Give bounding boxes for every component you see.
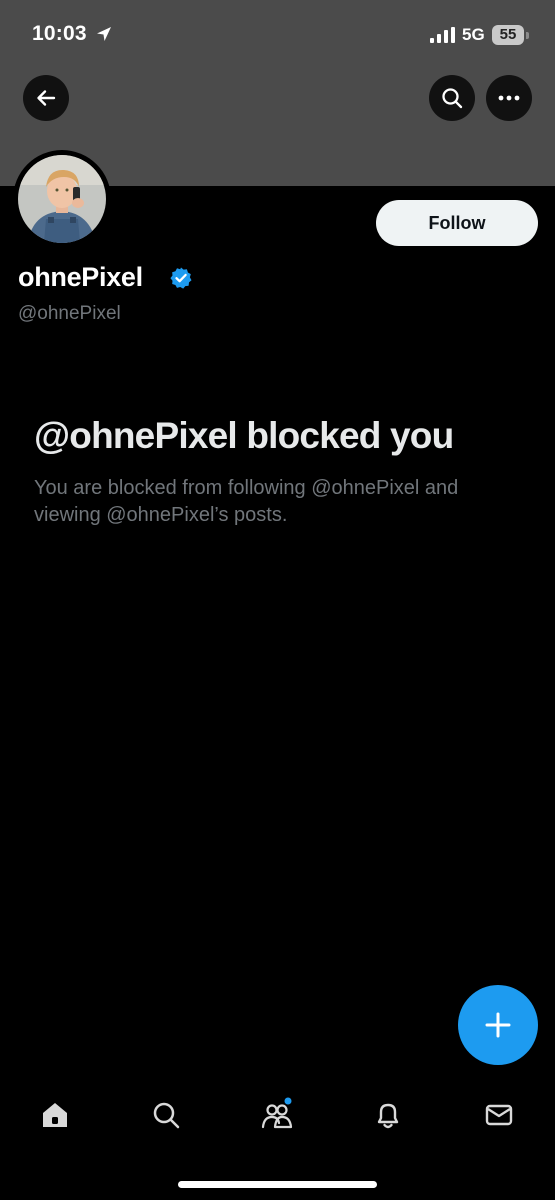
home-icon xyxy=(43,1103,67,1127)
display-name: ohnePixel xyxy=(18,262,143,292)
network-type: 5G xyxy=(462,25,485,44)
search-icon xyxy=(442,88,463,109)
follow-button[interactable]: Follow xyxy=(376,200,538,246)
battery-nub xyxy=(526,32,529,39)
cellular-signal-icon xyxy=(430,27,455,43)
battery-level: 55 xyxy=(499,26,517,43)
battery-icon: 55 xyxy=(492,25,524,45)
tab-communities[interactable] xyxy=(247,1085,307,1145)
home-indicator[interactable] xyxy=(178,1181,377,1188)
status-bar: 10:03 5G 55 xyxy=(0,0,555,70)
blocked-description: You are blocked from following @ohnePixe… xyxy=(34,477,459,526)
avatar-photo xyxy=(18,155,106,243)
notifications-icon xyxy=(377,1103,399,1129)
tab-messages[interactable] xyxy=(469,1085,529,1145)
profile-avatar[interactable] xyxy=(13,150,111,248)
more-dots-icon xyxy=(498,95,520,101)
tab-search[interactable] xyxy=(136,1085,196,1145)
tab-home[interactable] xyxy=(25,1085,85,1145)
compose-post-button[interactable] xyxy=(458,985,538,1065)
profile-handle: @ohnePixel xyxy=(18,303,121,324)
bottom-tab-bar xyxy=(0,1085,555,1145)
status-time: 10:03 xyxy=(32,22,87,45)
tab-notifications[interactable] xyxy=(358,1085,418,1145)
search-button[interactable] xyxy=(429,75,475,121)
back-button[interactable] xyxy=(23,75,69,121)
communities-icon xyxy=(261,1097,293,1129)
back-arrow-icon xyxy=(37,90,56,106)
location-arrow-icon xyxy=(97,27,111,41)
verified-badge-icon xyxy=(170,267,192,289)
plus-icon xyxy=(485,1012,511,1038)
search-icon xyxy=(153,1102,180,1129)
more-options-button[interactable] xyxy=(486,75,532,121)
blocked-title: @ohnePixel blocked you xyxy=(34,415,454,456)
messages-icon xyxy=(485,1104,513,1126)
